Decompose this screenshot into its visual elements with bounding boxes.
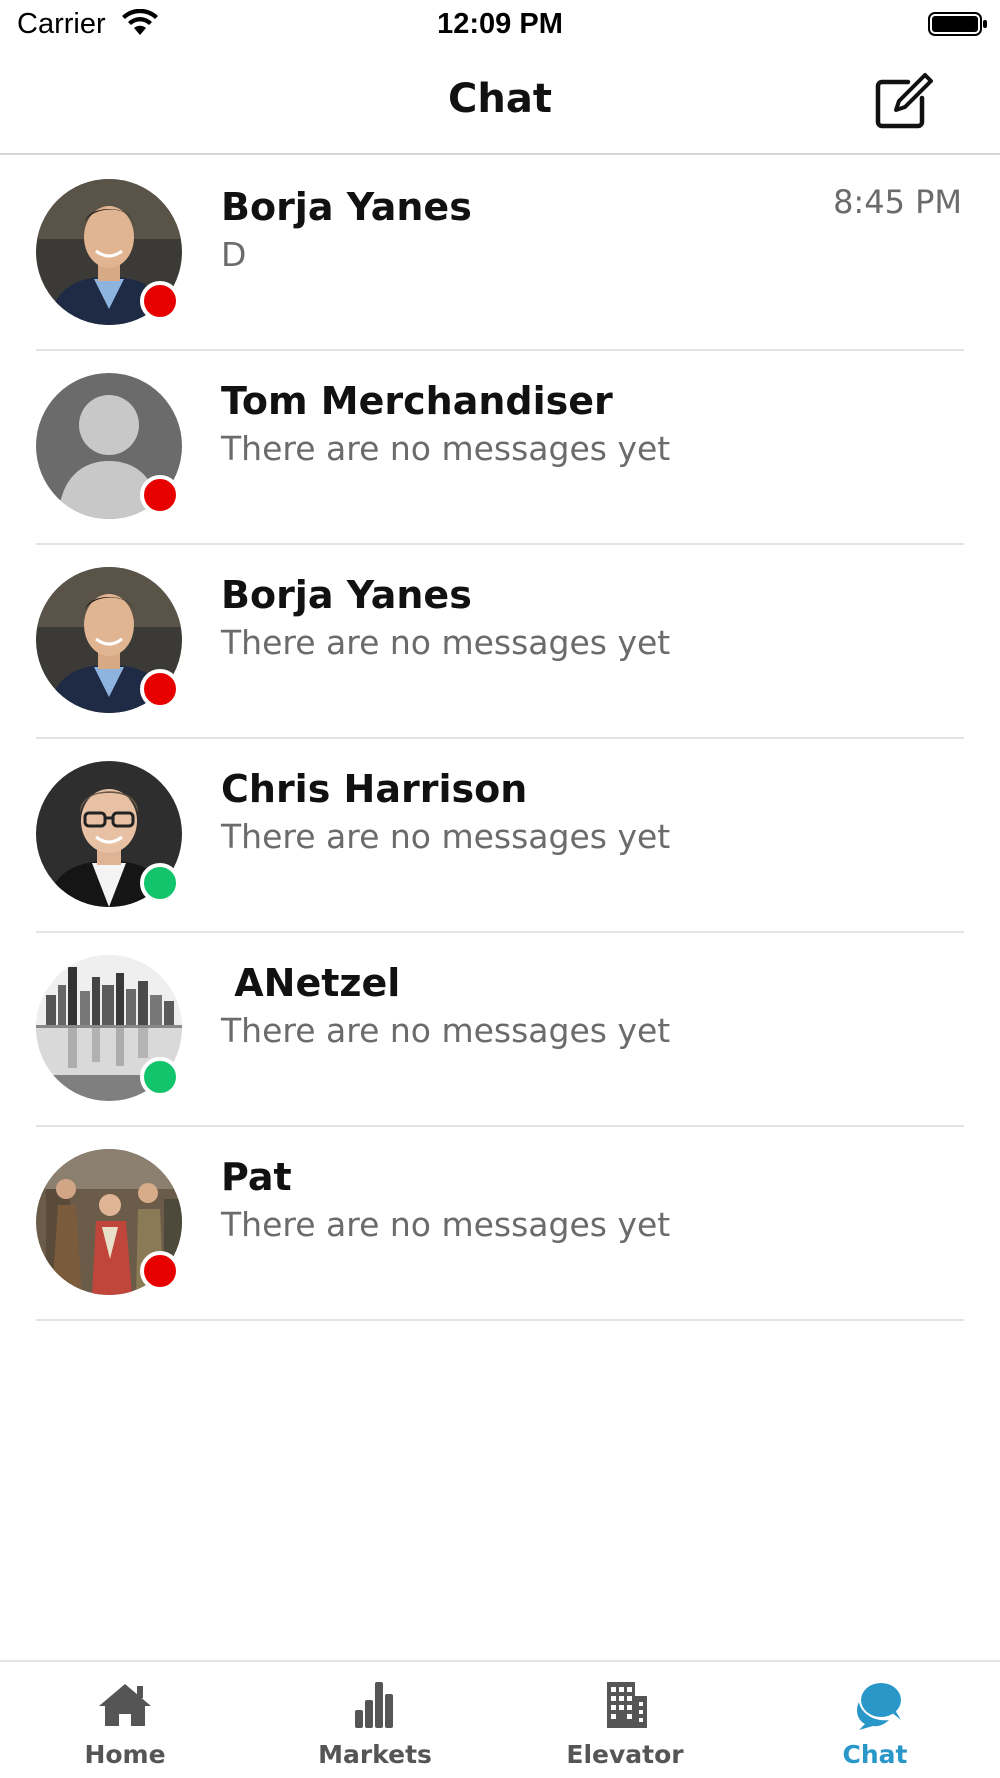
chat-row[interactable]: Borja Yanes D 8:45 PM xyxy=(0,157,1000,351)
chat-screen: Carrier 12:09 PM Chat Borja Yanes D 8:45… xyxy=(0,0,1000,1778)
tab-chat[interactable]: Chat xyxy=(750,1662,1000,1778)
chat-row[interactable]: Chris Harrison There are no messages yet xyxy=(0,739,1000,933)
contact-name: Pat xyxy=(221,1155,292,1199)
contact-name: Borja Yanes xyxy=(221,185,472,229)
offline-status-dot xyxy=(140,669,180,709)
contact-name: Borja Yanes xyxy=(221,573,472,617)
online-status-dot xyxy=(140,1057,180,1097)
chat-row[interactable]: Tom Merchandiser There are no messages y… xyxy=(0,351,1000,545)
message-time: 8:45 PM xyxy=(833,183,962,221)
building-icon xyxy=(607,1682,647,1728)
tab-elevator[interactable]: Elevator xyxy=(500,1662,750,1778)
home-icon xyxy=(99,1684,151,1726)
chat-bubbles-icon xyxy=(857,1683,901,1730)
chat-row[interactable]: Borja Yanes There are no messages yet xyxy=(0,545,1000,739)
bar-chart-icon xyxy=(355,1682,393,1728)
last-message: There are no messages yet xyxy=(221,817,671,856)
compose-icon xyxy=(875,73,933,129)
last-message: D xyxy=(221,235,247,274)
chat-row[interactable]: ANetzel There are no messages yet xyxy=(0,933,1000,1127)
contact-name: Tom Merchandiser xyxy=(221,379,613,423)
last-message: There are no messages yet xyxy=(221,429,671,468)
tab-markets[interactable]: Markets xyxy=(250,1662,500,1778)
tab-bar: Home Markets Elevator Chat xyxy=(0,1660,1000,1778)
tab-label: Markets xyxy=(318,1740,432,1769)
tab-label: Elevator xyxy=(566,1740,684,1769)
compose-button[interactable] xyxy=(872,70,934,132)
offline-status-dot xyxy=(140,1251,180,1291)
tab-label: Chat xyxy=(842,1740,908,1769)
tab-home[interactable]: Home xyxy=(0,1662,250,1778)
battery-icon xyxy=(928,12,987,36)
last-message: There are no messages yet xyxy=(221,1205,671,1244)
online-status-dot xyxy=(140,863,180,903)
row-divider xyxy=(36,1319,964,1321)
contact-name: ANetzel xyxy=(221,961,401,1005)
chat-row[interactable]: Pat There are no messages yet xyxy=(0,1127,1000,1321)
offline-status-dot xyxy=(140,281,180,321)
page-title: Chat xyxy=(448,76,552,122)
tab-label: Home xyxy=(84,1740,166,1769)
last-message: There are no messages yet xyxy=(221,1011,671,1050)
nav-header: Chat xyxy=(0,54,1000,155)
status-bar: Carrier 12:09 PM xyxy=(0,0,1000,54)
chat-list: Borja Yanes D 8:45 PM Tom Merchandiser T… xyxy=(0,157,1000,1321)
clock: 12:09 PM xyxy=(437,8,563,40)
offline-status-dot xyxy=(140,475,180,515)
last-message: There are no messages yet xyxy=(221,623,671,662)
contact-name: Chris Harrison xyxy=(221,767,528,811)
